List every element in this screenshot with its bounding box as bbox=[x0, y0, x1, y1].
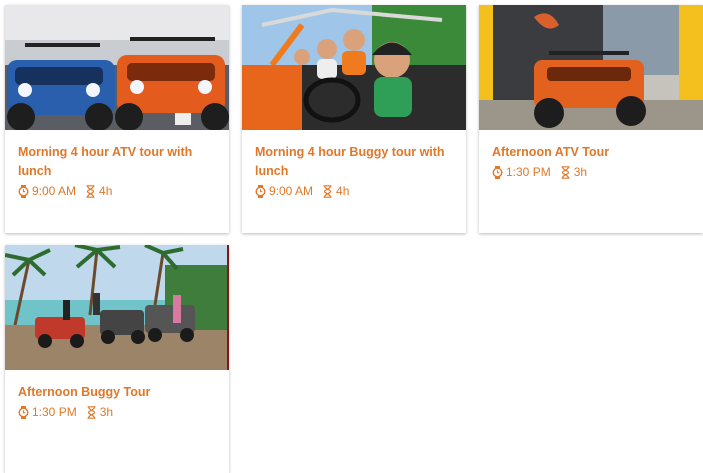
tour-meta: 9:00 AM 4h bbox=[255, 183, 453, 199]
tour-duration: 4h bbox=[336, 184, 350, 198]
tour-start-time: 1:30 PM bbox=[506, 165, 551, 179]
tour-card[interactable]: Morning 4 hour Buggy tour with lunch 9:0… bbox=[242, 5, 466, 233]
tour-meta: 1:30 PM 3h bbox=[492, 164, 690, 180]
tour-grid: Morning 4 hour ATV tour with lunch 9:00 … bbox=[5, 5, 703, 473]
tour-duration: 3h bbox=[573, 165, 588, 179]
watch-icon bbox=[18, 184, 29, 198]
hourglass-icon bbox=[86, 184, 95, 198]
tour-card[interactable]: Afternoon ATV Tour 1:30 PM 3h bbox=[479, 5, 703, 233]
tour-title[interactable]: Morning 4 hour ATV tour with lunch bbox=[18, 143, 216, 181]
hourglass-icon bbox=[87, 405, 96, 419]
watch-icon bbox=[255, 184, 266, 198]
tour-start-time: 1:30 PM bbox=[32, 405, 77, 419]
tour-card[interactable]: Morning 4 hour ATV tour with lunch 9:00 … bbox=[5, 5, 229, 233]
tour-image[interactable] bbox=[479, 5, 703, 130]
watch-icon bbox=[18, 405, 29, 419]
tour-duration: 3h bbox=[99, 405, 114, 419]
hourglass-icon bbox=[561, 165, 570, 179]
hourglass-icon bbox=[323, 184, 332, 198]
tour-duration: 4h bbox=[99, 184, 113, 198]
tour-image[interactable] bbox=[5, 245, 229, 370]
tour-meta: 1:30 PM 3h bbox=[18, 404, 216, 420]
tour-start-time: 9:00 AM bbox=[32, 184, 77, 198]
tour-card[interactable]: Afternoon Buggy Tour 1:30 PM 3h bbox=[5, 245, 229, 473]
tour-meta: 9:00 AM 4h bbox=[18, 183, 216, 199]
tour-image[interactable] bbox=[242, 5, 466, 130]
tour-start-time: 9:00 AM bbox=[269, 184, 314, 198]
tour-title[interactable]: Morning 4 hour Buggy tour with lunch bbox=[255, 143, 453, 181]
tour-title[interactable]: Afternoon ATV Tour bbox=[492, 143, 690, 162]
watch-icon bbox=[492, 165, 503, 179]
tour-title[interactable]: Afternoon Buggy Tour bbox=[18, 383, 216, 402]
tour-image[interactable] bbox=[5, 5, 229, 130]
